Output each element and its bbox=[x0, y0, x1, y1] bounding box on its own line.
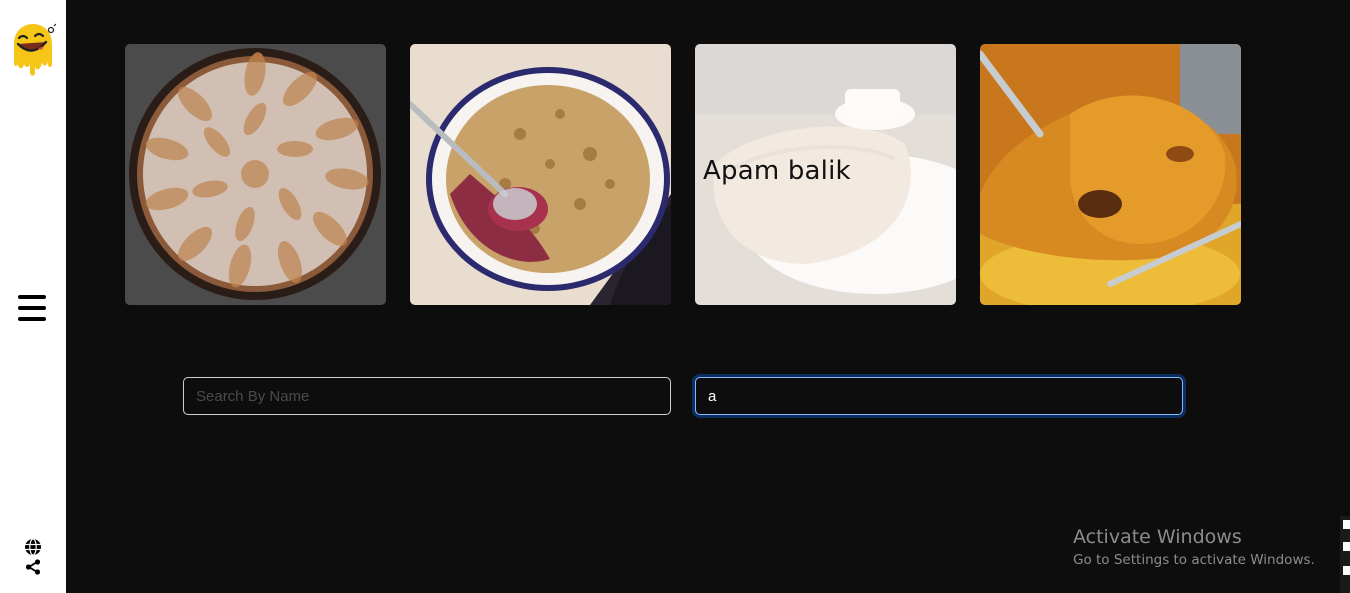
sidebar bbox=[0, 0, 66, 593]
windows-activation-watermark: Activate Windows Go to Settings to activ… bbox=[1073, 526, 1315, 572]
search-by-letter-input[interactable] bbox=[695, 377, 1183, 415]
berry-crumble-image bbox=[410, 44, 671, 305]
hamburger-menu-icon[interactable] bbox=[16, 292, 48, 324]
widget-tick bbox=[1343, 542, 1350, 551]
meal-card-apam-balik[interactable]: Apam balik bbox=[695, 44, 956, 305]
meal-title: Apam balik bbox=[703, 156, 851, 186]
menu-bar bbox=[18, 306, 46, 310]
widget-tick bbox=[1343, 566, 1350, 575]
apple-tart-image bbox=[125, 44, 386, 305]
widget-tick bbox=[1343, 520, 1350, 529]
menu-bar bbox=[18, 295, 46, 299]
roast-chicken-image bbox=[980, 44, 1241, 305]
watermark-subtitle: Go to Settings to activate Windows. bbox=[1073, 552, 1315, 568]
meal-card-apple-tart[interactable] bbox=[125, 44, 386, 305]
edge-floating-widget[interactable] bbox=[1340, 516, 1350, 593]
meal-card-crumble[interactable] bbox=[410, 44, 671, 305]
share-icon[interactable] bbox=[25, 559, 41, 575]
search-by-name-input[interactable] bbox=[183, 377, 671, 415]
globe-icon[interactable] bbox=[24, 538, 42, 556]
watermark-title: Activate Windows bbox=[1073, 526, 1242, 548]
meal-card-roast-chicken[interactable] bbox=[980, 44, 1241, 305]
smiley-logo[interactable] bbox=[10, 22, 57, 78]
menu-bar bbox=[18, 317, 46, 321]
